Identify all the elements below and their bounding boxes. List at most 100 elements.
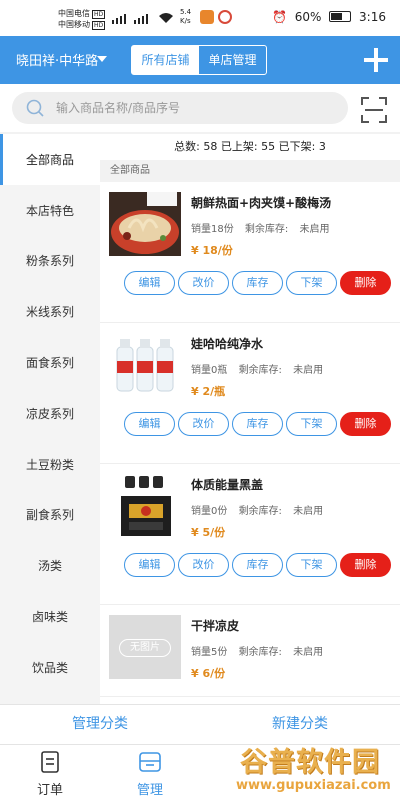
store-mode-toggle: 所有店铺 单店管理 [131,45,267,75]
product-summary: 总数: 58 已上架: 55 已下架: 3 [100,134,400,160]
status-bar: 中国电信 HD 中国移动 HD 5.4 K/s ⏰ 60% 3:16 [0,0,400,36]
off-shelf-count: 3 [318,140,326,153]
hd-badge: HD [92,10,106,19]
list-item: 朝鲜热面+肉夹馍+酸梅汤 销量18份 剩余库存: 未启用 ¥ 18/份 编辑 改… [100,182,400,323]
scan-icon[interactable] [360,96,388,124]
add-icon[interactable] [364,48,388,72]
product-name: 体质能量黑盖 [191,478,264,492]
product-meta: 销量0份 剩余库存: 未启用 [191,502,331,517]
category-heading: 全部商品 [100,160,400,182]
carrier-info: 中国电信 HD 中国移动 HD [58,8,106,30]
sidebar-item-braised[interactable]: 卤味类 [0,591,100,642]
edit-button[interactable]: 编辑 [124,271,175,295]
product-price: ¥ 5/份 [191,526,226,539]
on-shelf-count: 55 [261,140,276,153]
sidebar-item-liangpi[interactable]: 凉皮系列 [0,388,100,439]
sidebar-item-vermicelli[interactable]: 粉条系列 [0,236,100,287]
signal-icon [134,12,150,27]
wifi-icon [158,12,174,27]
stock-button[interactable]: 库存 [232,412,283,436]
manage-category-button[interactable]: 管理分类 [0,705,200,743]
sidebar-item-featured[interactable]: 本店特色 [0,185,100,236]
app-notification-icon [200,10,214,24]
product-name: 娃哈哈纯净水 [191,337,264,351]
product-actions: 编辑 改价 库存 下架 删除 [124,271,394,295]
delete-button[interactable]: 删除 [340,412,391,436]
carrier-1: 中国电信 [58,9,90,18]
sidebar-item-rice-noodle[interactable]: 米线系列 [0,286,100,337]
delete-button[interactable]: 删除 [340,553,391,577]
offshelf-button[interactable]: 下架 [286,553,337,577]
stock-value: 未启用 [293,506,324,517]
delete-button[interactable]: 删除 [340,271,391,295]
hd-badge: HD [92,21,106,30]
chevron-down-icon[interactable] [97,56,107,62]
stock-value: 未启用 [293,365,324,376]
product-sales: 销量5份 [191,647,228,658]
stock-value: 未启用 [293,647,324,658]
stock-button[interactable]: 库存 [232,271,283,295]
stock-button[interactable]: 库存 [232,553,283,577]
offshelf-button[interactable]: 下架 [286,412,337,436]
search-input[interactable] [56,92,336,124]
product-actions: 编辑 改价 库存 下架 删除 [124,412,394,436]
clock: 3:16 [359,10,386,24]
product-name: 朝鲜热面+肉夹馍+酸梅汤 [191,196,332,210]
offshelf-button[interactable]: 下架 [286,271,337,295]
product-sales: 销量0份 [191,506,228,517]
list-item: 娃哈哈纯净水 销量0瓶 剩余库存: 未启用 ¥ 2/瓶 编辑 改价 库存 下架 … [100,323,400,464]
sidebar-item-potato-noodle[interactable]: 土豆粉类 [0,439,100,490]
product-list: 总数: 58 已上架: 55 已下架: 3 全部商品 朝鲜热面+肉夹馍+酸梅汤 … [100,134,400,704]
stock-label: 剩余库存: [238,506,282,517]
watermark-url: www.gupuxiazai.com [236,778,391,793]
edit-button[interactable]: 编辑 [124,553,175,577]
stock-value: 未启用 [299,224,330,235]
alarm-icon: ⏰ [271,10,287,24]
product-image[interactable] [109,192,181,256]
sidebar-item-wheat[interactable]: 面食系列 [0,337,100,388]
change-price-button[interactable]: 改价 [178,412,229,436]
tab-orders[interactable]: 订单 [0,745,100,800]
new-category-button[interactable]: 新建分类 [200,705,400,743]
search-container [12,92,348,124]
product-price: ¥ 2/瓶 [191,385,226,398]
category-sidebar: 全部商品 本店特色 粉条系列 米线系列 面食系列 凉皮系列 土豆粉类 副食系列 … [0,134,100,704]
orders-icon [38,751,62,773]
watermark-title: 谷普软件园 [240,747,380,778]
watermark: 谷普软件园 www.gupuxiazai.com [236,740,400,800]
product-image-placeholder[interactable]: 无图片 [109,615,181,679]
product-name: 干拌凉皮 [191,619,240,633]
product-image[interactable] [109,474,181,538]
tab-all-stores[interactable]: 所有店铺 [132,46,199,74]
signal-icon [112,12,132,27]
app-notification-icon [218,10,232,24]
tab-single-store[interactable]: 单店管理 [199,46,266,74]
tab-orders-label: 订单 [36,783,63,798]
product-meta: 销量5份 剩余库存: 未启用 [191,643,331,658]
list-item: 体质能量黑盖 销量0份 剩余库存: 未启用 ¥ 5/份 编辑 改价 库存 下架 … [100,464,400,605]
carrier-2: 中国移动 [58,20,90,29]
status-right: ⏰ 60% 3:16 [268,10,386,24]
product-image[interactable] [109,333,181,397]
stock-label: 剩余库存: [238,365,282,376]
manage-icon [138,751,162,773]
tab-manage-label: 管理 [136,783,163,798]
product-price: ¥ 6/份 [191,667,226,680]
change-price-button[interactable]: 改价 [178,271,229,295]
sidebar-item-side-dish[interactable]: 副食系列 [0,490,100,541]
sidebar-item-drinks[interactable]: 饮品类 [0,642,100,693]
edit-button[interactable]: 编辑 [124,412,175,436]
tab-manage[interactable]: 管理 [100,745,200,800]
product-meta: 销量18份 剩余库存: 未启用 [191,220,337,235]
change-price-button[interactable]: 改价 [178,553,229,577]
product-meta: 销量0瓶 剩余库存: 未启用 [191,361,331,376]
stock-label: 剩余库存: [244,224,289,235]
battery-level: 60% [294,10,322,24]
product-sales: 销量0瓶 [191,365,228,376]
category-actions: 管理分类 新建分类 [0,704,400,744]
network-speed: 5.4 K/s [180,8,192,25]
sidebar-item-all[interactable]: 全部商品 [0,134,100,185]
product-price: ¥ 18/份 [191,244,233,257]
search-bar [0,84,400,132]
sidebar-item-soup[interactable]: 汤类 [0,540,100,591]
